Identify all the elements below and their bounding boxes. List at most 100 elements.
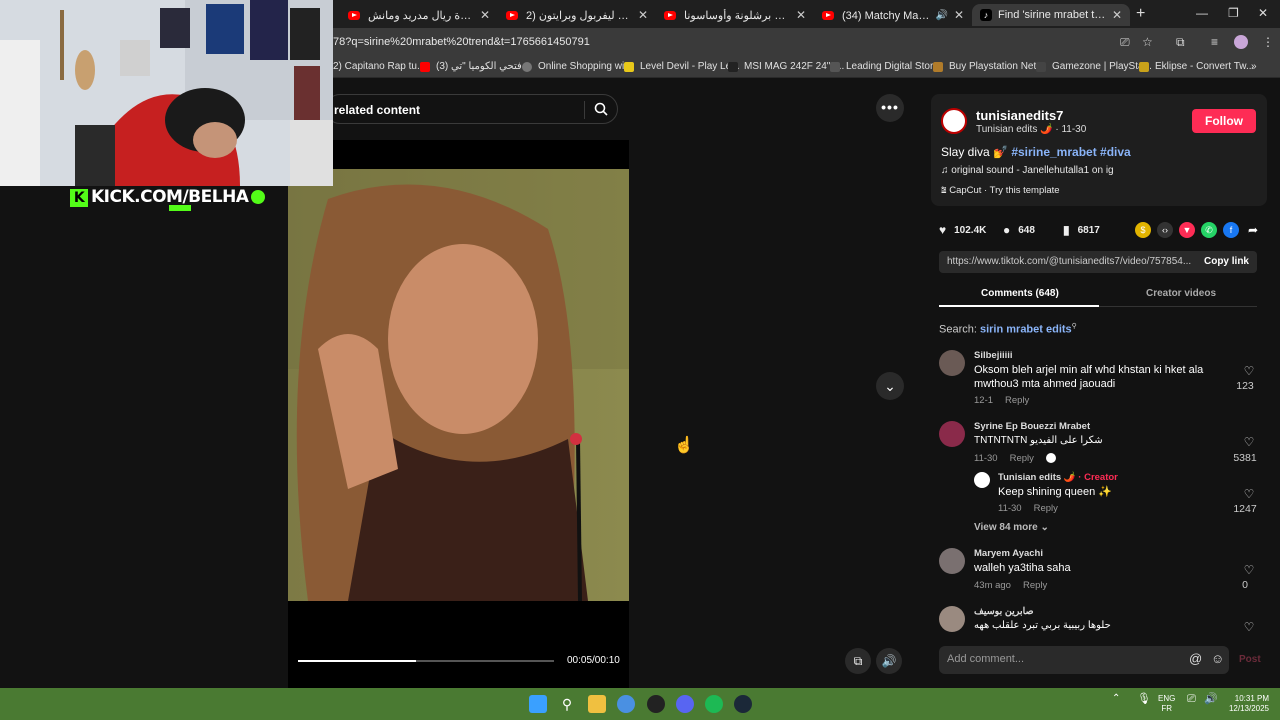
- heart-icon[interactable]: ♡: [1235, 364, 1263, 378]
- clock[interactable]: 10:31 PM 12/13/2025: [1225, 694, 1269, 714]
- heart-icon[interactable]: ♡: [1235, 620, 1263, 632]
- heart-icon[interactable]: ♡: [1235, 563, 1263, 577]
- embed-icon[interactable]: ‹›: [1157, 222, 1173, 238]
- whatsapp-icon[interactable]: ✆: [1201, 222, 1217, 238]
- copy-link-button[interactable]: Copy link: [1204, 256, 1249, 267]
- chrome-icon[interactable]: [617, 695, 635, 713]
- close-tab-icon[interactable]: ✕: [1112, 8, 1122, 22]
- discord-icon[interactable]: [676, 695, 694, 713]
- reply-button[interactable]: Reply: [1010, 453, 1034, 464]
- tab-real-madrid[interactable]: ملخص مباراة ريال مدريد ومانش... ✕: [340, 4, 498, 26]
- heart-icon[interactable]: ♡: [1235, 435, 1263, 449]
- video-progress-bar[interactable]: [298, 660, 554, 662]
- tab-search-icon[interactable]: ≡: [1211, 35, 1218, 49]
- bookmark-item[interactable]: Gamezone | PlaySta...: [1036, 61, 1152, 72]
- mention-icon[interactable]: @: [1189, 651, 1202, 666]
- tab-liverpool[interactable]: ملخص مباراة ليفربول وبرايتون (2 ✕: [498, 4, 656, 26]
- bookmark-item[interactable]: 2) Capitano Rap tu...: [333, 61, 425, 72]
- steam-icon[interactable]: [734, 695, 752, 713]
- bookmark-item[interactable]: Leading Digital Stor...: [830, 61, 941, 72]
- more-options-button[interactable]: •••: [876, 94, 904, 122]
- comment-button[interactable]: ● 648: [1003, 223, 1035, 237]
- next-video-button[interactable]: ⌄: [876, 372, 904, 400]
- video-link-text[interactable]: https://www.tiktok.com/@tunisianedits7/v…: [947, 256, 1191, 267]
- follow-button[interactable]: Follow: [1192, 109, 1256, 133]
- bookmark-item[interactable]: (3) فتحي الكوميا "تي...: [420, 61, 530, 72]
- close-tab-icon[interactable]: ✕: [480, 8, 490, 22]
- sound-link[interactable]: ♫ original sound - Janellehutalla1 on ig: [941, 165, 1114, 176]
- floating-player-button[interactable]: ⧉: [845, 648, 871, 674]
- comment-username[interactable]: صابرين بوسيف: [974, 606, 1034, 617]
- avatar[interactable]: [939, 548, 965, 574]
- minimize-icon[interactable]: —: [1196, 6, 1208, 20]
- save-button[interactable]: ▮ 6817: [1063, 223, 1100, 237]
- close-tab-icon[interactable]: ✕: [796, 8, 806, 22]
- author-username[interactable]: tunisianedits7: [976, 108, 1063, 123]
- comment-text: Keep shining queen ✨: [998, 486, 1113, 498]
- search-icon[interactable]: ⚲: [558, 695, 576, 713]
- menu-icon[interactable]: ⋮: [1262, 35, 1274, 49]
- search-input[interactable]: related content: [325, 94, 618, 124]
- comment-username[interactable]: Silbejiiiii: [974, 350, 1013, 361]
- heart-icon[interactable]: ♡: [1235, 487, 1263, 501]
- bookmarks-overflow-icon[interactable]: »: [1251, 61, 1257, 72]
- avatar[interactable]: [974, 472, 990, 488]
- tab-comments[interactable]: Comments (648): [981, 288, 1059, 299]
- reply-button[interactable]: Reply: [1034, 503, 1058, 514]
- video-frame[interactable]: [288, 169, 629, 601]
- bookmark-item[interactable]: Online Shopping wi...: [522, 61, 633, 72]
- close-tab-icon[interactable]: ✕: [638, 8, 648, 22]
- post-button[interactable]: Post: [1239, 654, 1261, 665]
- repost-icon[interactable]: ▼: [1179, 222, 1195, 238]
- extensions-icon[interactable]: ⧉: [1176, 35, 1185, 50]
- language-indicator[interactable]: ENG FR: [1158, 694, 1175, 714]
- volume-button[interactable]: 🔊: [876, 648, 902, 674]
- tab-matchy[interactable]: (34) Matchy Matchy 💅 Ep 71: 🔊 ✕: [814, 4, 972, 26]
- view-more-replies[interactable]: View 84 more ⌄: [974, 522, 1049, 533]
- app-icon[interactable]: [647, 695, 665, 713]
- maximize-icon[interactable]: ❐: [1228, 6, 1239, 20]
- bookmark-item[interactable]: Eklipse - Convert Tw...: [1139, 61, 1254, 72]
- tab-tiktok[interactable]: ♪ Find 'sirine mrabet trend' o ✕: [972, 4, 1130, 26]
- close-tab-icon[interactable]: ✕: [954, 8, 964, 22]
- tab-barcelona[interactable]: ملخص مباراة برشلونة وأوساسونا ✕: [656, 4, 814, 26]
- comment-username[interactable]: Syrine Ep Bouezzi Mrabet: [974, 421, 1090, 432]
- new-tab-icon[interactable]: +: [1136, 5, 1145, 23]
- tray-overflow-icon[interactable]: ⌃: [1112, 694, 1120, 704]
- capcut-link[interactable]: ⩰ CapCut · Try this template: [941, 185, 1060, 196]
- profile-avatar[interactable]: [1234, 35, 1248, 49]
- window-close-icon[interactable]: ✕: [1258, 6, 1268, 20]
- hashtag-links[interactable]: #sirine_mrabet #diva: [1011, 145, 1130, 159]
- emoji-icon[interactable]: ☺: [1211, 651, 1224, 666]
- microphone-icon[interactable]: 🎙: [1137, 694, 1151, 705]
- windows-start-icon[interactable]: [529, 695, 547, 713]
- speaker-icon[interactable]: 🔊: [935, 10, 947, 21]
- coin-icon[interactable]: $: [1135, 222, 1151, 238]
- avatar[interactable]: [939, 350, 965, 376]
- tab-creator-videos[interactable]: Creator videos: [1146, 288, 1216, 299]
- like-button[interactable]: ♥ 102.4K: [939, 223, 986, 237]
- spotify-icon[interactable]: [705, 695, 723, 713]
- url-text[interactable]: 78?q=sirine%20mrabet%20trend&t=176566145…: [333, 36, 590, 48]
- bookmark-item[interactable]: Buy Playstation Net...: [933, 61, 1045, 72]
- comment-username[interactable]: Tunisian edits 🌶️ · Creator: [998, 472, 1118, 483]
- add-comment-input[interactable]: Add comment... @ ☺: [939, 646, 1229, 674]
- bookmark-star-icon[interactable]: ☆: [1142, 35, 1153, 49]
- network-icon[interactable]: ⎚: [1187, 694, 1196, 705]
- share-arrow-icon[interactable]: ➦: [1245, 222, 1261, 238]
- reply-button[interactable]: Reply: [1023, 580, 1047, 591]
- bookmark-item[interactable]: Level Devil - Play Le...: [624, 61, 740, 72]
- avatar[interactable]: [939, 421, 965, 447]
- comment-username[interactable]: Maryem Ayachi: [974, 548, 1043, 559]
- author-avatar[interactable]: [941, 108, 967, 134]
- avatar[interactable]: [939, 606, 965, 632]
- volume-icon[interactable]: 🔊: [1204, 694, 1218, 705]
- comment-reply-item: Tunisian edits 🌶️ · Creator Keep shining…: [939, 472, 1263, 516]
- cast-icon[interactable]: ⎚: [1120, 35, 1130, 50]
- facebook-icon[interactable]: f: [1223, 222, 1239, 238]
- bookmark-item[interactable]: MSI MAG 242F 24" I...: [728, 61, 844, 72]
- reply-button[interactable]: Reply: [1005, 395, 1029, 406]
- comment-search-suggestion[interactable]: Search: sirin mrabet edits⚲: [939, 322, 1077, 336]
- file-explorer-icon[interactable]: [588, 695, 606, 713]
- search-icon[interactable]: [593, 101, 609, 117]
